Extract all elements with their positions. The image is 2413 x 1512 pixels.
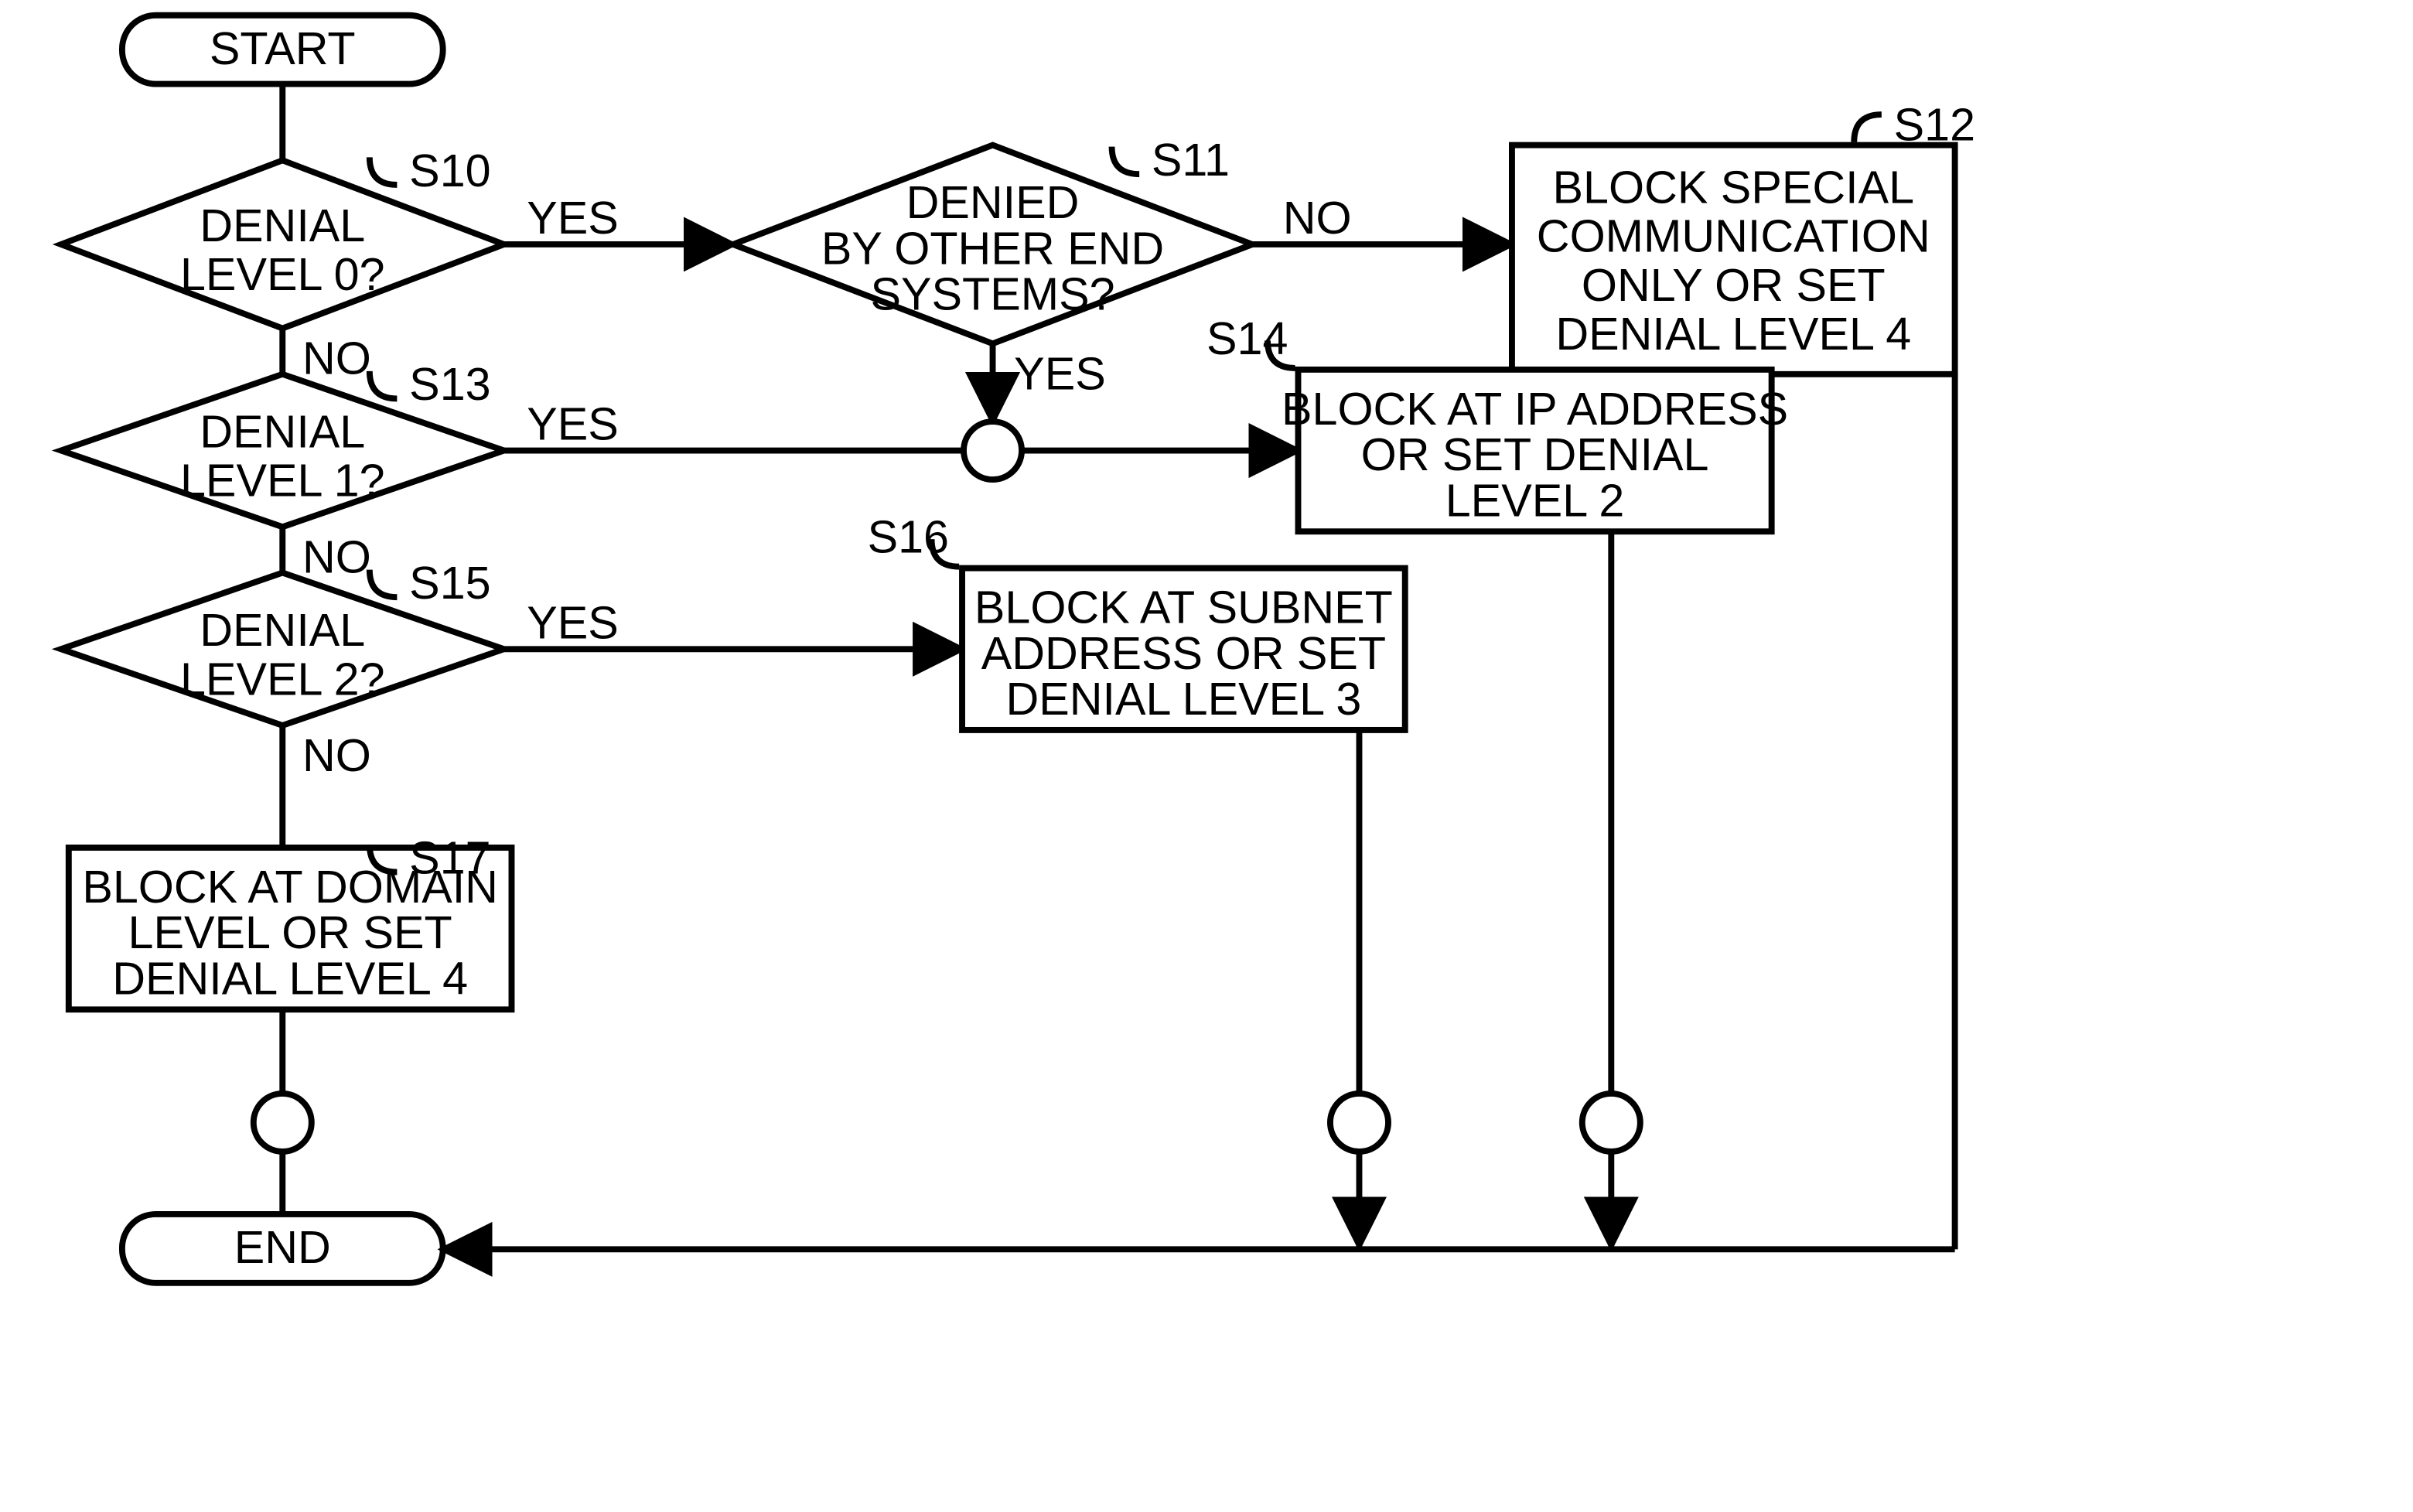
end-label: END bbox=[234, 1221, 331, 1273]
s10-line2: LEVEL 0? bbox=[180, 248, 385, 300]
s12-line1: BLOCK SPECIAL bbox=[1553, 161, 1914, 213]
s17-ref: S17 bbox=[409, 831, 490, 883]
s12-ref: S12 bbox=[1894, 99, 1975, 151]
s11-decision: DENIED BY OTHER END SYSTEMS? S11 bbox=[733, 134, 1252, 343]
end-node: END bbox=[122, 1214, 443, 1283]
s16-ref: S16 bbox=[868, 511, 949, 563]
edge-s10-no-label: NO bbox=[302, 333, 371, 384]
s15-ref: S15 bbox=[409, 557, 490, 609]
s14-line2: OR SET DENIAL bbox=[1361, 428, 1709, 480]
edge-s13-no-label: NO bbox=[302, 531, 371, 582]
s16-line2: ADDRESS OR SET bbox=[981, 627, 1386, 679]
edge-s10-yes-label: YES bbox=[527, 192, 619, 244]
connector-d bbox=[1582, 1094, 1640, 1152]
edge-s15-no-label: NO bbox=[302, 729, 371, 781]
s11-ref: S11 bbox=[1152, 134, 1230, 186]
edge-s13-yes-label: YES bbox=[527, 398, 619, 450]
start-node: START bbox=[122, 15, 443, 84]
connector-a bbox=[964, 422, 1022, 480]
s10-decision: DENIAL LEVEL 0? S10 bbox=[61, 145, 504, 329]
s12-line3: ONLY OR SET bbox=[1582, 259, 1886, 311]
s10-ref: S10 bbox=[409, 145, 490, 196]
s13-ref: S13 bbox=[409, 358, 490, 410]
s15-line2: LEVEL 2? bbox=[180, 653, 385, 705]
s13-decision: DENIAL LEVEL 1? S13 bbox=[61, 358, 504, 527]
s12-line2: COMMUNICATION bbox=[1537, 210, 1930, 262]
s10-line1: DENIAL bbox=[200, 200, 365, 251]
s17-process: BLOCK AT DOMAIN LEVEL OR SET DENIAL LEVE… bbox=[69, 831, 512, 1009]
s12-line4: DENIAL LEVEL 4 bbox=[1555, 308, 1911, 360]
edge-s11-yes-label: YES bbox=[1014, 347, 1106, 399]
s13-line2: LEVEL 1? bbox=[180, 455, 385, 507]
s17-line3: DENIAL LEVEL 4 bbox=[112, 952, 468, 1004]
connector-c bbox=[1330, 1094, 1388, 1152]
s12-process: BLOCK SPECIAL COMMUNICATION ONLY OR SET … bbox=[1512, 99, 1975, 374]
s16-process: BLOCK AT SUBNET ADDRESS OR SET DENIAL LE… bbox=[868, 511, 1405, 730]
s11-line3: SYSTEMS? bbox=[871, 268, 1115, 320]
s14-ref: S14 bbox=[1206, 312, 1288, 364]
start-label: START bbox=[210, 22, 356, 74]
s15-decision: DENIAL LEVEL 2? S15 bbox=[61, 557, 504, 725]
connector-b bbox=[254, 1094, 312, 1152]
s14-line1: BLOCK AT IP ADDRESS bbox=[1282, 383, 1788, 435]
s14-line3: LEVEL 2 bbox=[1445, 474, 1625, 526]
s16-line3: DENIAL LEVEL 3 bbox=[1005, 673, 1361, 725]
s11-line2: BY OTHER END bbox=[821, 222, 1164, 274]
edge-s11-no-label: NO bbox=[1283, 192, 1352, 244]
s16-line1: BLOCK AT SUBNET bbox=[974, 582, 1393, 633]
flowchart-canvas: START DENIAL LEVEL 0? S10 YES DENIED BY … bbox=[0, 0, 2413, 1512]
s15-line1: DENIAL bbox=[200, 604, 365, 656]
edge-s15-yes-label: YES bbox=[527, 596, 619, 648]
s13-line1: DENIAL bbox=[200, 405, 365, 457]
s11-line1: DENIED bbox=[906, 176, 1080, 228]
s17-line2: LEVEL OR SET bbox=[128, 906, 452, 958]
